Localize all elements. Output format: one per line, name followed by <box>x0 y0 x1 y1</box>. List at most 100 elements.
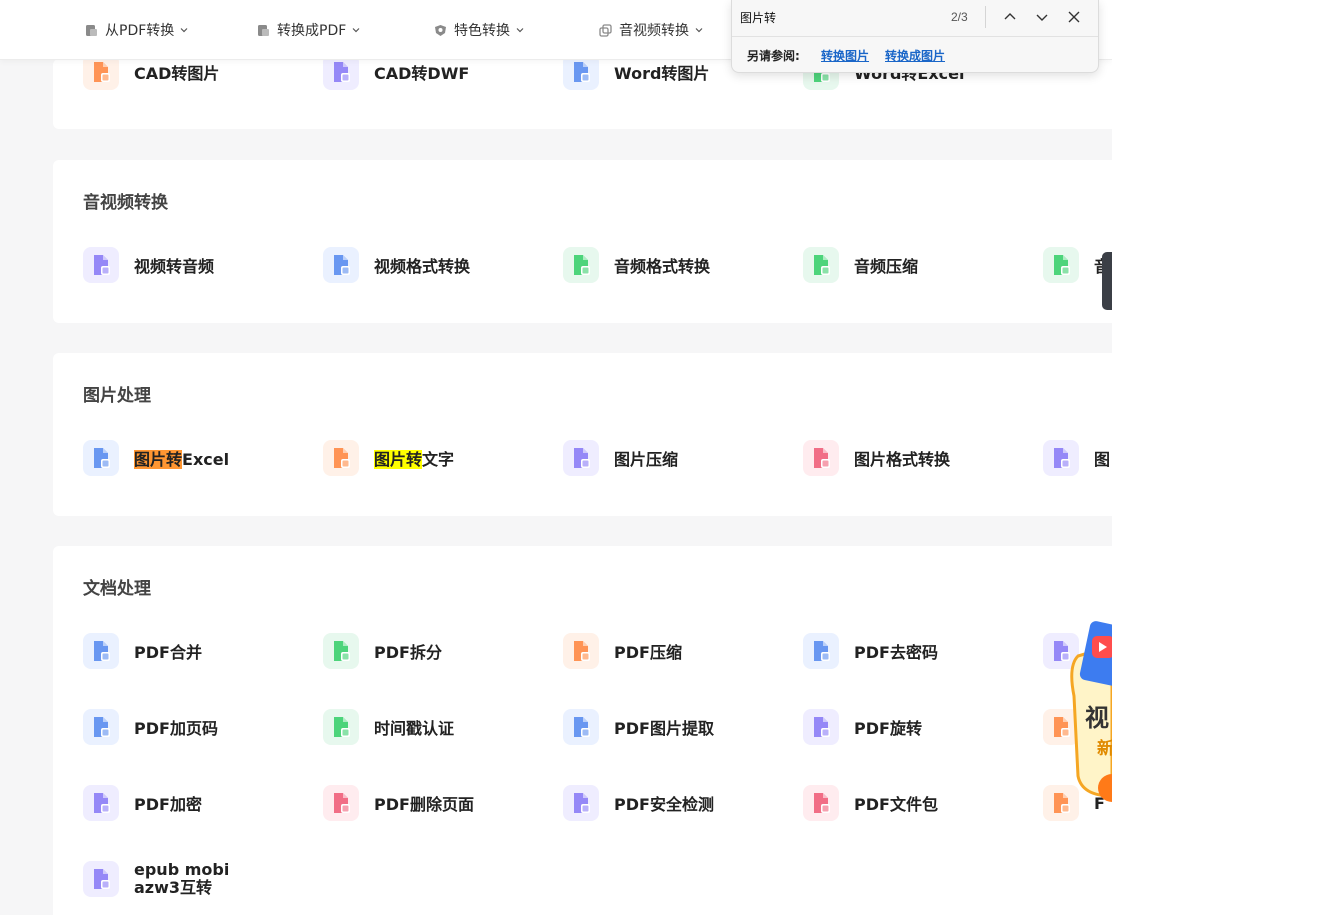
shield-icon <box>434 24 447 37</box>
audio-format-icon <box>563 247 599 283</box>
tool-label: 视频转音频 <box>134 257 215 276</box>
tool-pdf-rotate[interactable]: PDF旋转 <box>803 709 922 745</box>
tool-audio-format[interactable]: 音频格式转换 <box>563 247 710 283</box>
tool-label: 音频压缩 <box>854 257 919 276</box>
media-icon <box>599 23 612 37</box>
pdf-file-icon <box>85 24 98 37</box>
find-match-count: 2/3 <box>951 10 968 24</box>
tool-label: 图片转Excel <box>134 450 230 469</box>
convert-file-icon <box>257 24 270 37</box>
image-excel-icon <box>83 440 119 476</box>
pdf-split-icon <box>323 633 359 669</box>
pdf-lock-icon <box>83 785 119 821</box>
tool-audio-compress[interactable]: 音频压缩 <box>803 247 918 283</box>
pdf-unlock-icon <box>803 633 839 669</box>
nav-special[interactable]: 特色转换 <box>434 20 524 40</box>
see-also-label: 另请参阅: <box>747 49 800 63</box>
find-input[interactable] <box>740 6 980 28</box>
tool-pdf-page-number[interactable]: PDF加页码 <box>83 709 218 745</box>
audio-video-card: 音视频转换 视频转音频 视频格式转换 音频格式转换 音频压缩 音 <box>53 160 1112 323</box>
tool-pdf-security-check[interactable]: PDF安全检测 <box>563 785 714 821</box>
search-highlight-current: 图片转 <box>134 450 183 469</box>
image-text-icon <box>323 440 359 476</box>
tool-label: 图片转文字 <box>374 450 455 469</box>
image-format-icon <box>803 440 839 476</box>
section-title: 图片处理 <box>83 386 151 406</box>
chevron-down-icon <box>695 26 703 34</box>
tool-label: PDF图片提取 <box>614 719 714 738</box>
nav-label: 从PDF转换 <box>105 23 175 39</box>
find-close-button[interactable] <box>1062 6 1086 28</box>
promo-text: 视 <box>1085 704 1109 732</box>
nav-label: 特色转换 <box>454 23 510 39</box>
tool-pdf-compress[interactable]: PDF压缩 <box>563 633 682 669</box>
see-also-link[interactable]: 转换图片 <box>821 47 869 64</box>
nav-from-pdf[interactable]: 从PDF转换 <box>85 20 188 40</box>
nav-audio-video[interactable]: 音视频转换 <box>599 20 703 40</box>
pdf-delete-page-icon <box>323 785 359 821</box>
tool-ebook-convert[interactable]: epub mobi azw3互转 <box>83 861 229 897</box>
chevron-down-icon <box>352 26 360 34</box>
tool-audio-cut[interactable]: 音 <box>1043 247 1110 283</box>
timestamp-icon <box>323 709 359 745</box>
tool-image-to-excel[interactable]: 图片转Excel <box>83 440 229 476</box>
see-also-link[interactable]: 转换成图片 <box>885 47 945 64</box>
audio-level-widget <box>1102 252 1112 310</box>
image-compress-icon <box>563 440 599 476</box>
divider <box>732 36 1098 37</box>
tool-label: CAD转DWF <box>374 64 470 83</box>
tool-video-to-audio[interactable]: 视频转音频 <box>83 247 214 283</box>
tool-label: PDF加页码 <box>134 719 218 738</box>
tool-label: CAD转图片 <box>134 64 220 83</box>
tool-label: 音频格式转换 <box>614 257 711 276</box>
tool-label: PDF去密码 <box>854 643 938 662</box>
tool-label: Word转图片 <box>614 64 710 83</box>
section-title: 文档处理 <box>83 579 151 599</box>
chevron-down-icon <box>180 26 188 34</box>
tool-pdf-encrypt[interactable]: PDF加密 <box>83 785 202 821</box>
tool-label: 视频格式转换 <box>374 257 471 276</box>
chevron-up-icon <box>1004 13 1016 20</box>
main-content: 从PDF转换 转换成PDF 特色转换 音视频转换 CAD转图片 CAD转DWF <box>0 0 1112 915</box>
tool-pdf-delete-pages[interactable]: PDF删除页面 <box>323 785 474 821</box>
pdf-merge-icon <box>83 633 119 669</box>
nav-label: 音视频转换 <box>619 23 689 39</box>
find-previous-button[interactable] <box>998 6 1022 28</box>
tool-label: PDF压缩 <box>614 643 682 662</box>
tool-pdf-merge[interactable]: PDF合并 <box>83 633 202 669</box>
divider <box>985 6 986 28</box>
tool-image-to-text[interactable]: 图片转文字 <box>323 440 454 476</box>
tool-label: PDF加密 <box>134 795 202 814</box>
audio-compress-icon <box>803 247 839 283</box>
tool-image-compress[interactable]: 图片压缩 <box>563 440 678 476</box>
tool-pdf-split[interactable]: PDF拆分 <box>323 633 442 669</box>
tool-pdf-package[interactable]: PDF文件包 <box>803 785 938 821</box>
tool-label: PDF旋转 <box>854 719 922 738</box>
tool-pdf-extract-images[interactable]: PDF图片提取 <box>563 709 714 745</box>
ebook-icon <box>83 861 119 897</box>
tool-pdf-unlock[interactable]: PDF去密码 <box>803 633 938 669</box>
nav-label: 转换成PDF <box>277 23 347 39</box>
document-processing-card: 文档处理 PDF合并 PDF拆分 PDF压缩 PDF去密码 PDF加页码 时间戳… <box>53 546 1112 915</box>
tool-timestamp[interactable]: 时间戳认证 <box>323 709 454 745</box>
close-icon <box>1068 11 1080 23</box>
tool-label: PDF安全检测 <box>614 795 714 814</box>
nav-to-pdf[interactable]: 转换成PDF <box>257 20 360 40</box>
pdf-package-icon <box>803 785 839 821</box>
find-in-page-bar: 2/3 另请参阅: 转换图片 转换成图片 <box>731 0 1099 73</box>
promo-banner[interactable]: 视 新 <box>1068 616 1112 806</box>
pdf-pagenum-icon <box>83 709 119 745</box>
search-highlight: 图片转 <box>374 450 423 469</box>
chevron-down-icon <box>516 26 524 34</box>
video-format-icon <box>323 247 359 283</box>
pdf-security-icon <box>563 785 599 821</box>
tool-image-format[interactable]: 图片格式转换 <box>803 440 950 476</box>
tool-video-format[interactable]: 视频格式转换 <box>323 247 470 283</box>
tool-label: PDF合并 <box>134 643 202 662</box>
tool-label: PDF拆分 <box>374 643 442 662</box>
find-next-button[interactable] <box>1030 6 1054 28</box>
tool-label: 时间戳认证 <box>374 719 455 738</box>
tool-image-edit[interactable]: 图 <box>1043 440 1110 476</box>
tool-label: PDF删除页面 <box>374 795 474 814</box>
tool-label: 图片压缩 <box>614 450 679 469</box>
